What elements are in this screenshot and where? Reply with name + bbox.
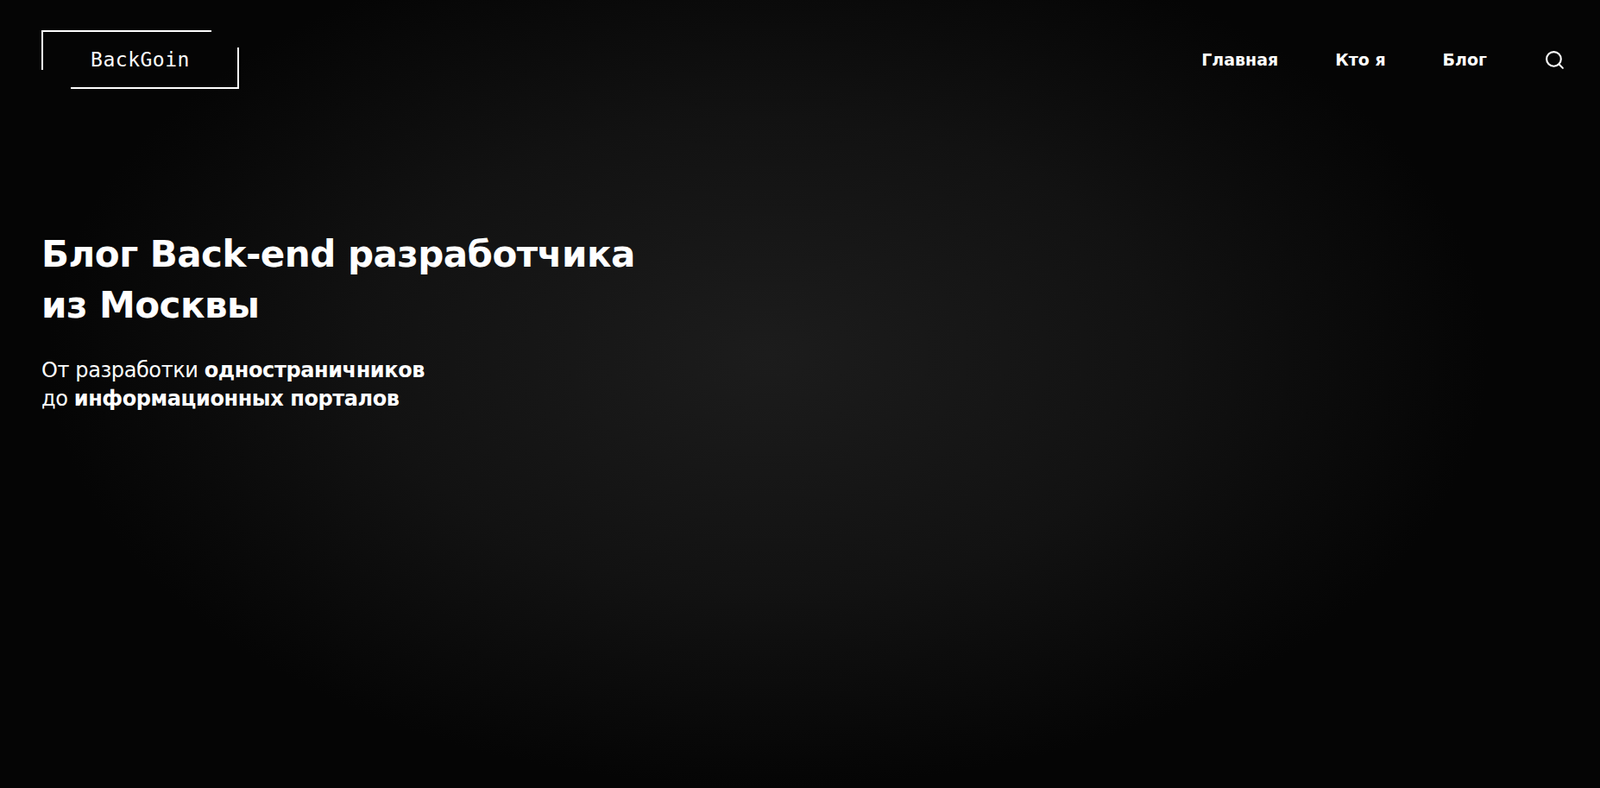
subtitle-segment: От разработки xyxy=(41,358,205,383)
subtitle-line: до информационных порталов xyxy=(41,384,1559,414)
subtitle-segment: до xyxy=(41,386,75,411)
subtitle-line: От разработки одностраничников xyxy=(41,356,1559,385)
hero-title: Блог Back-end разработчикаиз Москвы xyxy=(41,228,1559,331)
title-line: Блог Back-end разработчика xyxy=(41,228,1559,280)
subtitle-segment: информационных порталов xyxy=(74,386,400,411)
hero: Блог Back-end разработчикаиз Москвы От ра… xyxy=(0,88,1600,414)
page: BackGoin Главная Кто я Блог Блог Back-end ра… xyxy=(0,0,1600,788)
logo[interactable]: BackGoin xyxy=(41,30,240,89)
nav-link[interactable]: Кто я xyxy=(1335,50,1386,70)
title-line: из Москвы xyxy=(41,279,1559,331)
search-icon xyxy=(1543,49,1566,71)
header: BackGoin Главная Кто я Блог xyxy=(0,0,1600,89)
nav: Главная Кто я Блог xyxy=(1201,49,1566,71)
nav-link[interactable]: Блог xyxy=(1442,50,1487,70)
nav-link[interactable]: Главная xyxy=(1201,50,1279,70)
search-button[interactable] xyxy=(1543,49,1566,71)
hero-subtitle: От разработки одностраничниковдо информа… xyxy=(41,356,1559,414)
subtitle-segment: одностраничников xyxy=(204,358,425,383)
